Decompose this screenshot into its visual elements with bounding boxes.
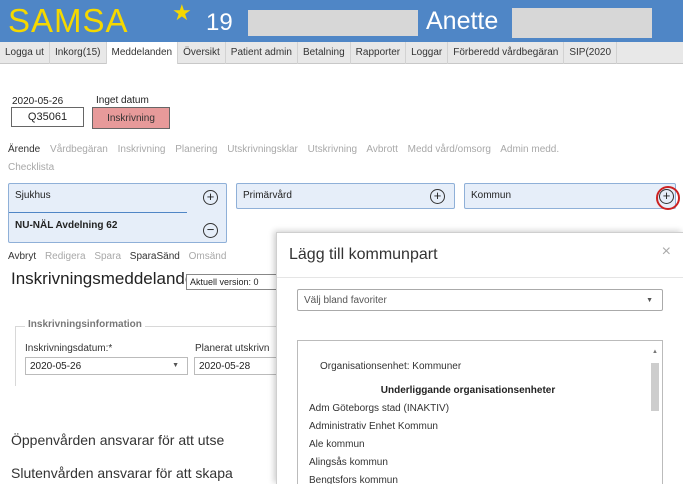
menu-inkorg[interactable]: Inkorg(15): [50, 42, 107, 64]
org-item[interactable]: Adm Göteborgs stad (INAKTIV): [309, 403, 449, 414]
tab-arende[interactable]: Ärende: [8, 144, 40, 155]
tab-vardbegaran[interactable]: Vårdbegäran: [50, 144, 108, 155]
tab-utskrivningsklar[interactable]: Utskrivningsklar: [227, 144, 298, 155]
party-label-sjukhus: Sjukhus: [15, 190, 51, 201]
modal-title: Lägg till kommunpart: [289, 246, 438, 263]
org-subheading: Underliggande organisationsenheter: [380, 385, 556, 396]
fieldset-border: [15, 326, 285, 386]
menu-sip[interactable]: SIP(2020: [564, 42, 618, 64]
party-sjukhus: Sjukhus + NU-NÄL Avdelning 62 −: [8, 183, 227, 243]
add-kommunpart-modal: Lägg till kommunpart × Välj bland favori…: [276, 232, 683, 484]
fieldset-legend: Inskrivningsinformation: [25, 319, 145, 330]
app-logo: SAMSA: [8, 2, 129, 39]
action-bar: Avbryt Redigera Spara SparaSänd Omsänd: [8, 251, 288, 262]
redacted-block: [248, 10, 418, 36]
remove-circle-icon[interactable]: −: [203, 223, 218, 238]
menu-betalning[interactable]: Betalning: [298, 42, 351, 64]
org-item[interactable]: Bengtsfors kommun: [309, 475, 398, 484]
case-id-box: Q35061: [11, 107, 84, 127]
close-icon[interactable]: ×: [662, 243, 671, 261]
tab-medd-vard-omsorg[interactable]: Medd vård/omsorg: [408, 144, 491, 155]
app-window: SAMSA ★ 19 Anette Logga ut Inkorg(15) Me…: [0, 0, 683, 484]
message-title: Inskrivningsmeddelande: [11, 269, 195, 288]
party-label-primarvard: Primärvård: [243, 190, 292, 201]
notification-count: 19: [206, 9, 233, 36]
spara-button[interactable]: Spara: [94, 251, 121, 262]
star-icon[interactable]: ★: [172, 2, 192, 24]
tab-utskrivning[interactable]: Utskrivning: [308, 144, 357, 155]
inskrivningsdatum-label: Inskrivningsdatum:*: [25, 343, 113, 354]
menu-patient-admin[interactable]: Patient admin: [226, 42, 298, 64]
process-tabs: Ärende Vårdbegäran Inskrivning Planering…: [8, 141, 668, 177]
user-name: Anette: [426, 7, 499, 35]
divider: [9, 212, 187, 213]
inskrivningsdatum-input[interactable]: 2020-05-26 ▼: [25, 357, 188, 375]
caret-down-icon: ▼: [172, 362, 179, 369]
modal-divider: [277, 277, 683, 278]
menu-loggar[interactable]: Loggar: [406, 42, 449, 64]
tab-admin-medd[interactable]: Admin medd.: [500, 144, 559, 155]
avbryt-button[interactable]: Avbryt: [8, 251, 36, 262]
org-heading: Organisationsenhet: Kommuner: [320, 361, 462, 372]
menu-logga-ut[interactable]: Logga ut: [0, 42, 50, 64]
main-menu: Logga ut Inkorg(15) Meddelanden Översikt…: [0, 42, 683, 64]
org-item[interactable]: Administrativ Enhet Kommun: [309, 421, 438, 432]
header-bar: SAMSA ★ 19 Anette: [0, 0, 683, 42]
organisation-list[interactable]: Organisationsenhet: Kommuner Underliggan…: [297, 340, 663, 484]
org-item[interactable]: Ale kommun: [309, 439, 365, 450]
org-item[interactable]: Alingsås kommun: [309, 457, 388, 468]
body-text-oppenvard: Öppenvården ansvarar för att utse: [11, 432, 225, 448]
menu-forberedd-vardbegaran[interactable]: Förberedd vårdbegäran: [448, 42, 565, 64]
no-date-label: Inget datum: [96, 95, 149, 106]
inskrivningsdatum-value: 2020-05-26: [30, 361, 82, 372]
sjukhus-ward: NU-NÄL Avdelning 62: [15, 220, 118, 231]
planerat-label: Planerat utskrivn: [195, 343, 270, 354]
redigera-button[interactable]: Redigera: [45, 251, 86, 262]
menu-rapporter[interactable]: Rapporter: [351, 42, 407, 64]
redacted-block: [512, 8, 652, 38]
omsand-button[interactable]: Omsänd: [189, 251, 227, 262]
planerat-value: 2020-05-28: [199, 361, 251, 372]
planerat-input[interactable]: 2020-05-28: [194, 357, 284, 375]
party-kommun: Kommun +: [464, 183, 676, 209]
highlight-ring: [656, 186, 680, 210]
body-text-slutenvard: Slutenvården ansvarar för att skapa: [11, 465, 233, 481]
sparasand-button[interactable]: SparaSänd: [130, 251, 180, 262]
menu-meddelanden[interactable]: Meddelanden: [106, 42, 179, 64]
add-circle-icon[interactable]: +: [203, 190, 218, 205]
case-date: 2020-05-26: [12, 96, 64, 107]
status-badge: Inskrivning: [92, 107, 170, 129]
scrollbar[interactable]: ▲: [650, 349, 660, 484]
favorites-placeholder: Välj bland favoriter: [304, 295, 387, 306]
party-primarvard: Primärvård +: [236, 183, 455, 209]
tab-planering[interactable]: Planering: [175, 144, 217, 155]
menu-oversikt[interactable]: Översikt: [178, 42, 226, 64]
tab-avbrott[interactable]: Avbrott: [366, 144, 398, 155]
version-select[interactable]: Aktuell version: 0: [186, 274, 286, 290]
tab-checklista[interactable]: Checklista: [8, 162, 54, 173]
party-label-kommun: Kommun: [471, 190, 512, 201]
favorites-select[interactable]: Välj bland favoriter ▼: [297, 289, 663, 311]
tab-inskrivning[interactable]: Inskrivning: [118, 144, 166, 155]
add-circle-icon[interactable]: +: [430, 189, 445, 204]
scroll-thumb[interactable]: [651, 363, 659, 411]
caret-down-icon: ▼: [646, 297, 653, 304]
scroll-up-icon[interactable]: ▲: [652, 349, 658, 355]
